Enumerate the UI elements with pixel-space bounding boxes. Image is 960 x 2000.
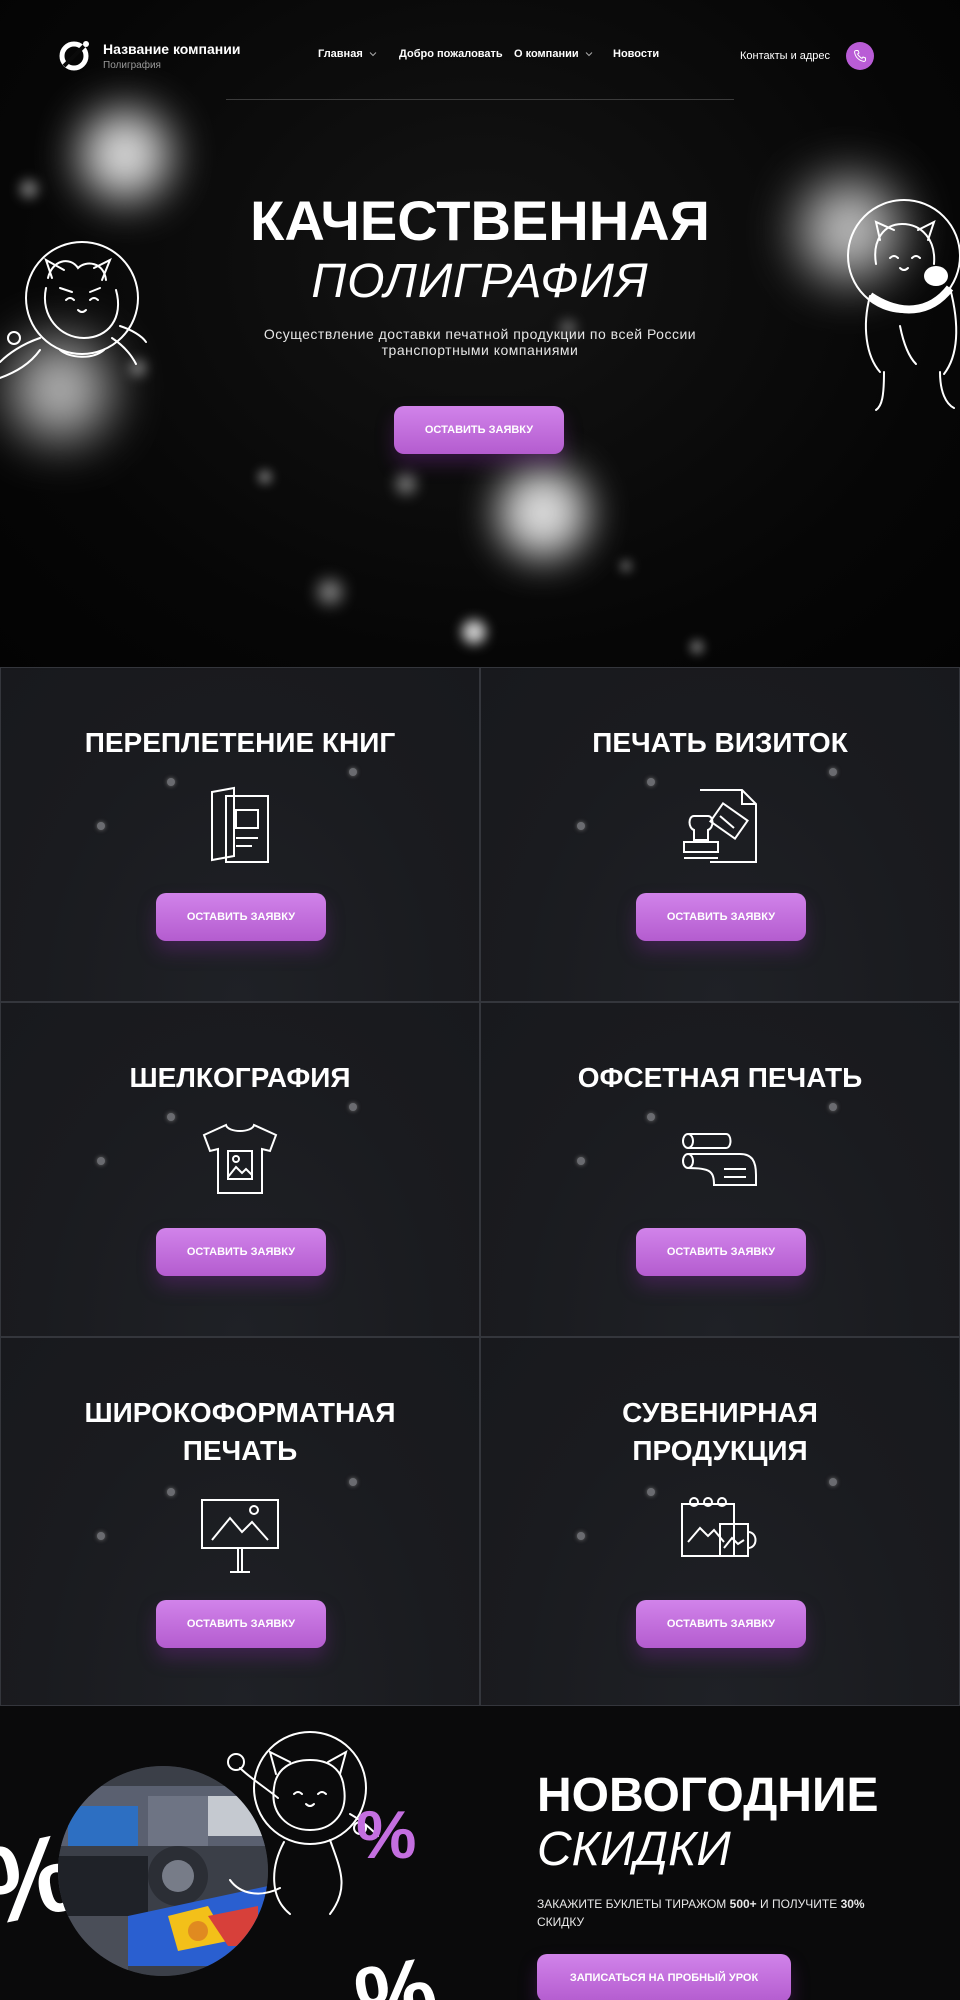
hero-section: Название компании Полиграфия Главная Доб… [0,0,960,667]
banner-stand-icon [201,1499,279,1573]
service-title-line: ПЕЧАТЬ [182,1435,298,1466]
contacts-link[interactable]: Контакты и адрес [740,50,830,62]
service-card-business-cards: ПЕЧАТЬ ВИЗИТОК ОСТАВИТЬ ЗАЯВКУ [480,667,960,1002]
service-cta-button[interactable]: ОСТАВИТЬ ЗАЯВКУ [156,893,326,941]
company-name[interactable]: Название компании [103,41,240,57]
chevron-down-icon [369,52,377,57]
service-cta-button[interactable]: ОСТАВИТЬ ЗАЯВКУ [636,1228,806,1276]
service-cta-button[interactable]: ОСТАВИТЬ ЗАЯВКУ [636,893,806,941]
decor-dot [577,1532,585,1540]
service-card-silkscreen: ШЕЛКОГРАФИЯ ОСТАВИТЬ ЗАЯВКУ [0,1002,480,1337]
service-cta-button[interactable]: ОСТАВИТЬ ЗАЯВКУ [156,1228,326,1276]
decor-dot [647,1113,655,1121]
promo-quantity: 500+ [729,1897,757,1911]
hero-subtitle: ПОЛИГРАФИЯ [311,255,649,308]
service-title-line: ПРОДУКЦИЯ [632,1435,808,1466]
nav-item-about[interactable]: О компании [514,48,595,60]
calendar-mug-icon [681,1497,757,1557]
service-card-offset: ОФСЕТНАЯ ПЕЧАТЬ ОСТАВИТЬ ЗАЯВКУ [480,1002,960,1337]
chevron-down-icon [585,52,592,57]
decor-dot [647,1488,655,1496]
percent-decoration: % [347,1938,445,2000]
company-tagline: Полиграфия [103,60,161,71]
decor-dot [97,822,105,830]
service-title-line: ШИРОКОФОРМАТНАЯ [84,1397,396,1428]
service-title: ШЕЛКОГРАФИЯ [129,1062,351,1093]
book-binding-icon [211,786,269,863]
decor-dot [167,778,175,786]
promo-text: И ПОЛУЧИТЕ [756,1897,841,1911]
hero-cta-button[interactable]: ОСТАВИТЬ ЗАЯВКУ [394,406,564,454]
service-cta-button[interactable]: ОСТАВИТЬ ЗАЯВКУ [156,1600,326,1648]
hero-title: КАЧЕСТВЕННАЯ [250,189,710,252]
paper-rolls-icon [682,1133,757,1186]
hero-description: Осуществление доставки печатной продукци… [263,326,697,358]
promo-text: СКИДКУ [537,1915,585,1929]
decor-dot [349,1478,357,1486]
service-card-wide-format: ШИРОКОФОРМАТНАЯ ПЕЧАТЬ ОСТАВИТЬ ЗАЯВКУ [0,1337,480,1706]
header-divider [226,99,734,100]
service-card-bookbinding: ПЕРЕПЛЕТЕНИЕ КНИГ ОСТАВИТЬ ЗАЯВКУ [0,667,480,1002]
bokeh-light [318,580,342,604]
percent-decoration: % [356,1797,417,1873]
bokeh-light [396,474,416,494]
promo-section: % % % НОВОГОДНИЕ СКИДКИ ЗАКАЖИТЕ БУКЛЕТЫ… [0,1706,960,2000]
site-header: Название компании Полиграфия Главная Доб… [0,0,960,100]
decor-dot [577,822,585,830]
nav-item-home[interactable]: Главная [318,48,379,60]
logo-icon[interactable] [56,38,92,74]
nav-label: Добро пожаловать [399,48,503,60]
decor-dot [647,778,655,786]
nav-label: О компании [514,48,579,60]
decor-dot [829,1103,837,1111]
decor-dot [829,768,837,776]
service-title: ПЕРЕПЛЕТЕНИЕ КНИГ [84,727,396,758]
nav-item-news[interactable]: Новости [613,48,659,60]
phone-icon [854,50,866,62]
promo-discount: 30% [840,1897,865,1911]
decor-dot [97,1157,105,1165]
tshirt-print-icon [202,1123,278,1194]
service-cta-button[interactable]: ОСТАВИТЬ ЗАЯВКУ [636,1600,806,1648]
decor-dot [97,1532,105,1540]
decor-dot [349,1103,357,1111]
promo-subtitle: СКИДКИ [537,1823,731,1876]
promo-cta-button[interactable]: ЗАПИСАТЬСЯ НА ПРОБНЫЙ УРОК [537,1954,791,2000]
service-title: ШИРОКОФОРМАТНАЯ ПЕЧАТЬ [1,1394,479,1470]
nav-label: Главная [318,48,363,60]
service-card-souvenirs: СУВЕНИРНАЯ ПРОДУКЦИЯ ОСТАВИТЬ ЗАЯВКУ [480,1337,960,1706]
stamp-document-icon [683,789,757,863]
phone-button[interactable] [846,42,874,70]
bokeh-light [690,640,704,654]
promo-description: ЗАКАЖИТЕ БУКЛЕТЫ ТИРАЖОМ 500+ И ПОЛУЧИТЕ… [537,1895,877,1931]
service-title: СУВЕНИРНАЯ ПРОДУКЦИЯ [481,1394,959,1470]
bokeh-light [462,620,486,644]
service-title: ПЕЧАТЬ ВИЗИТОК [592,727,848,758]
service-title: ОФСЕТНАЯ ПЕЧАТЬ [577,1062,863,1093]
decor-dot [577,1157,585,1165]
promo-title: НОВОГОДНИЕ [537,1769,879,1822]
bokeh-light [258,470,272,484]
bokeh-light [80,110,170,200]
decor-dot [829,1478,837,1486]
decor-dot [167,1488,175,1496]
promo-text: ЗАКАЖИТЕ БУКЛЕТЫ ТИРАЖОМ [537,1897,730,1911]
nav-item-welcome[interactable]: Добро пожаловать [399,48,503,60]
bokeh-light [620,560,632,572]
nav-label: Новости [613,48,660,60]
service-title-line: СУВЕНИРНАЯ [622,1397,818,1428]
decor-dot [167,1113,175,1121]
bokeh-light [498,468,588,558]
decor-dot [349,768,357,776]
services-grid: ПЕРЕПЛЕТЕНИЕ КНИГ ОСТАВИТЬ ЗАЯВКУ ПЕЧАТЬ… [0,667,960,1706]
